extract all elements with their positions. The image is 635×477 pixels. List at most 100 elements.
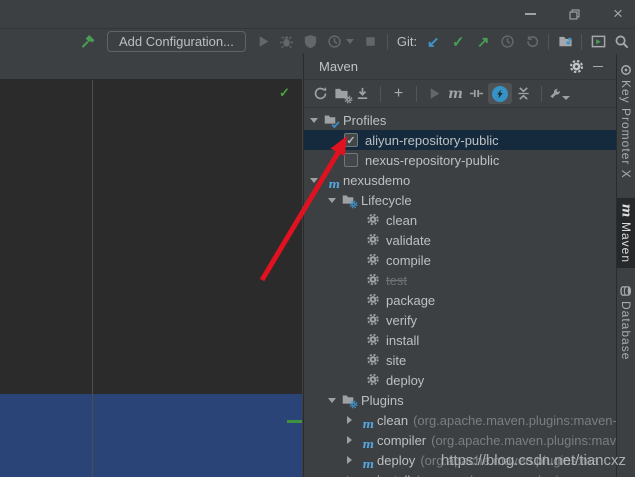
tool-window-settings-gear-icon[interactable] — [566, 57, 587, 77]
tree-node-plugins[interactable]: Plugins — [304, 390, 618, 410]
tree-goal-install[interactable]: install — [304, 330, 618, 350]
restore-window-button[interactable] — [567, 7, 581, 21]
plugin-detail: (org.apache.maven.plugins:mav — [431, 433, 616, 448]
add-configuration-button[interactable]: Add Configuration... — [107, 31, 246, 52]
maven-tool-window: Maven + m Profiles ✓ aliyun-repository-p… — [303, 54, 618, 477]
plugin-name: clean — [377, 413, 408, 428]
goal-label: deploy — [386, 373, 424, 388]
tree-goal-compile[interactable]: compile — [304, 250, 618, 270]
maven-tab-icon: m — [618, 203, 633, 217]
plugin-name: install — [377, 473, 410, 477]
maven-module-icon: m — [323, 173, 338, 187]
restore-icon — [568, 8, 581, 21]
profiles-icon — [323, 113, 338, 127]
toggle-offline-mode-button[interactable] — [488, 83, 512, 104]
goal-label: clean — [386, 213, 417, 228]
tree-node-profile-aliyun[interactable]: ✓ aliyun-repository-public — [304, 130, 618, 150]
coverage-icon[interactable] — [302, 33, 320, 51]
plugin-detail: (org.apache.maven.plugins:maven- — [413, 413, 617, 428]
plugin-name: compiler — [377, 433, 426, 448]
offline-bolt-icon — [495, 89, 505, 99]
profiler-icon[interactable] — [326, 33, 344, 51]
goal-label: package — [386, 293, 435, 308]
maven-settings-wrench-icon[interactable] — [549, 84, 570, 104]
minimize-window-button[interactable] — [523, 7, 537, 21]
add-maven-project-icon[interactable]: + — [388, 84, 409, 104]
tree-goal-validate[interactable]: validate — [304, 230, 618, 250]
maven-plugin-icon: m — [357, 433, 372, 447]
tree-node-lifecycle[interactable]: Lifecycle — [304, 190, 618, 210]
git-commit-icon[interactable]: ✓ — [448, 33, 468, 51]
skip-tests-icon[interactable] — [466, 84, 487, 104]
tree-goal-clean[interactable]: clean — [304, 210, 618, 230]
tree-plugin-clean[interactable]: m clean (org.apache.maven.plugins:maven- — [304, 410, 618, 430]
run-anything-icon[interactable] — [589, 33, 607, 51]
goal-label: install — [386, 333, 419, 348]
maven-plugin-icon: m — [357, 473, 372, 477]
lifecycle-folder-icon — [341, 193, 356, 207]
chevron-down-icon[interactable] — [328, 398, 336, 403]
tree-goal-package[interactable]: package — [304, 290, 618, 310]
collapse-all-icon[interactable] — [513, 84, 534, 104]
history-icon[interactable] — [498, 33, 516, 51]
debug-icon[interactable] — [278, 33, 296, 51]
tab-database[interactable]: Database — [617, 280, 635, 365]
plugin-detail: (org.apache.maven.plugins:ma — [420, 453, 599, 468]
tree-node-module[interactable]: m nexusdemo — [304, 170, 618, 190]
tree-plugin-compiler[interactable]: m compiler (org.apache.maven.plugins:mav — [304, 430, 618, 450]
tree-plugin-deploy[interactable]: m deploy (org.apache.maven.plugins:ma — [304, 450, 618, 470]
plugin-name: deploy — [377, 453, 415, 468]
download-sources-icon[interactable] — [352, 84, 373, 104]
run-maven-build-icon[interactable] — [424, 84, 445, 104]
tree-node-profiles[interactable]: Profiles — [304, 110, 618, 130]
toolbar-separator — [380, 86, 381, 102]
project-structure-icon[interactable] — [556, 33, 574, 51]
goal-gear-icon — [366, 313, 381, 327]
chevron-right-icon[interactable] — [347, 436, 352, 444]
chevron-right-icon[interactable] — [347, 416, 352, 424]
profile-checkbox-unchecked[interactable] — [344, 153, 358, 167]
editor-pane: ✓ — [0, 54, 302, 477]
profile-checkbox-checked[interactable]: ✓ — [344, 133, 358, 147]
plugins-folder-icon — [341, 393, 356, 407]
hide-tool-window-icon[interactable] — [587, 57, 608, 77]
pane-divider[interactable] — [92, 80, 93, 477]
tree-goal-verify[interactable]: verify — [304, 310, 618, 330]
tree-goal-site[interactable]: site — [304, 350, 618, 370]
git-push-icon[interactable]: ↗ — [473, 33, 493, 51]
rollback-icon[interactable] — [523, 33, 541, 51]
chevron-down-icon[interactable] — [310, 118, 318, 123]
tree-node-label: nexusdemo — [343, 173, 410, 188]
chevron-down-icon[interactable] — [328, 198, 336, 203]
run-options-dropdown-icon[interactable] — [346, 39, 354, 44]
execute-maven-goal-icon[interactable]: m — [445, 84, 466, 104]
toolbar-separator — [581, 34, 582, 50]
tab-key-promoter-x[interactable]: Key Promoter X — [617, 59, 635, 184]
search-everywhere-icon[interactable] — [612, 33, 630, 51]
right-tool-window-bar: Key Promoter X m Maven Database — [616, 54, 635, 477]
toolbar-separator — [416, 86, 417, 102]
goal-gear-icon — [366, 293, 381, 307]
git-label: Git: — [397, 34, 417, 49]
run-icon[interactable] — [255, 33, 273, 51]
tab-maven[interactable]: m Maven — [617, 198, 635, 268]
git-update-icon[interactable]: ↙ — [423, 33, 443, 51]
chevron-right-icon[interactable] — [347, 456, 352, 464]
tree-plugin-install[interactable]: m install (org.apache.maven.plugins:m — [304, 470, 618, 477]
close-window-button[interactable]: × — [611, 7, 625, 21]
goal-gear-icon — [366, 373, 381, 387]
maven-toolbar: + m — [304, 80, 618, 108]
tree-node-label: Lifecycle — [361, 193, 412, 208]
maven-plugin-icon: m — [357, 453, 372, 467]
tree-node-profile-nexus[interactable]: nexus-repository-public — [304, 150, 618, 170]
tree-node-label: Plugins — [361, 393, 404, 408]
tree-goal-deploy[interactable]: deploy — [304, 370, 618, 390]
tree-goal-test[interactable]: test — [304, 270, 618, 290]
maven-plugin-icon: m — [357, 413, 372, 427]
stop-icon[interactable] — [362, 33, 380, 51]
reimport-maven-icon[interactable] — [310, 84, 331, 104]
build-hammer-icon[interactable] — [79, 33, 97, 51]
generate-sources-folder-icon[interactable] — [331, 84, 352, 104]
chevron-down-icon[interactable] — [310, 178, 318, 183]
scrollbar-marker — [287, 420, 302, 423]
